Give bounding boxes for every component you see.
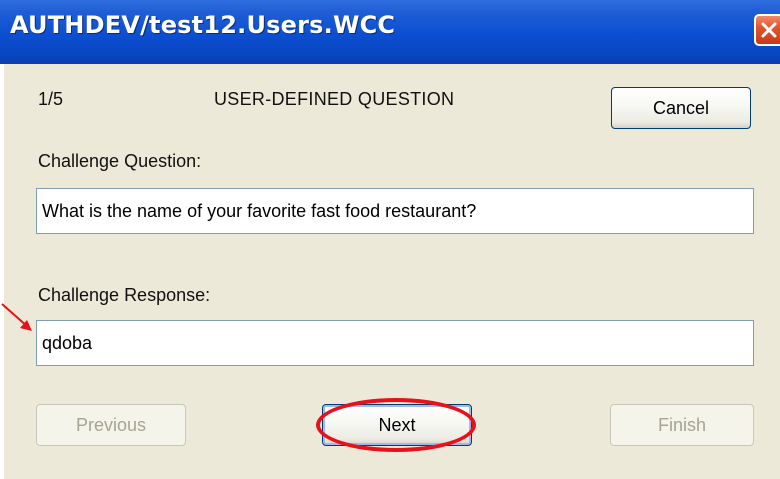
challenge-response-input[interactable]	[36, 320, 754, 366]
challenge-question-input[interactable]	[36, 188, 754, 234]
close-button[interactable]	[754, 14, 780, 46]
window-edge	[0, 64, 4, 479]
challenge-response-label: Challenge Response:	[38, 285, 211, 305]
title-bar[interactable]: AUTHDEV/test12.Users.WCC	[0, 0, 780, 64]
next-button[interactable]: Next	[322, 404, 472, 446]
step-indicator: 1/5	[38, 89, 64, 109]
dialog-window: AUTHDEV/test12.Users.WCC 1/5 USER-DEFINE…	[0, 0, 780, 479]
challenge-question-label: Challenge Question:	[38, 151, 202, 171]
cancel-button[interactable]: Cancel	[611, 87, 751, 129]
previous-button[interactable]: Previous	[36, 404, 186, 446]
window-title: AUTHDEV/test12.Users.WCC	[10, 11, 396, 39]
finish-button[interactable]: Finish	[610, 404, 754, 446]
page-heading: USER-DEFINED QUESTION	[214, 89, 455, 109]
